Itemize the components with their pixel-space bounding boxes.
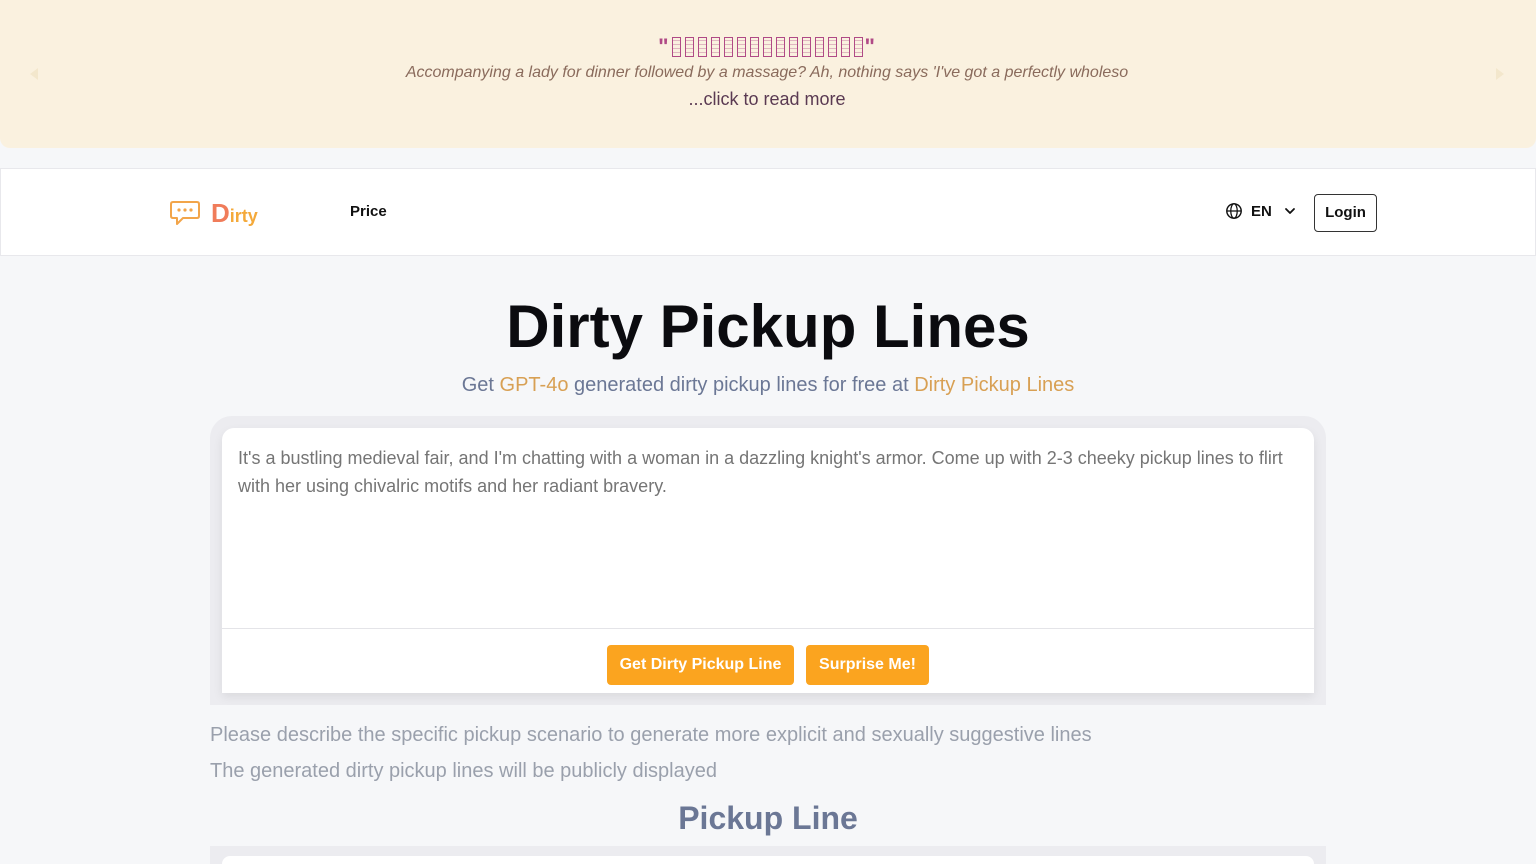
scenario-input[interactable] bbox=[238, 444, 1298, 624]
missing-glyph-box bbox=[853, 37, 863, 57]
card-divider bbox=[222, 628, 1314, 629]
site-header: Dirty Price EN Login bbox=[0, 168, 1536, 256]
missing-glyph-box bbox=[814, 37, 824, 57]
logo-initial: D bbox=[211, 197, 230, 228]
chat-bubble-icon bbox=[170, 201, 200, 225]
missing-glyph-box bbox=[801, 37, 811, 57]
login-button[interactable]: Login bbox=[1314, 194, 1377, 232]
banner-title-glyphs bbox=[670, 34, 865, 59]
logo-rest: irty bbox=[229, 205, 258, 226]
subtitle-model-name: GPT-4o bbox=[499, 374, 569, 396]
missing-glyph-box bbox=[684, 37, 694, 57]
banner-title-close-quote: " bbox=[864, 34, 876, 59]
missing-glyph-box bbox=[762, 37, 772, 57]
page-title: Dirty Pickup Lines bbox=[506, 293, 1030, 360]
missing-glyph-box bbox=[775, 37, 785, 57]
chevron-down-icon bbox=[1284, 208, 1295, 214]
missing-glyph-box bbox=[827, 37, 837, 57]
nav-price-link[interactable]: Price bbox=[350, 203, 387, 220]
banner-title-open-quote: " bbox=[658, 34, 670, 59]
missing-glyph-box bbox=[840, 37, 850, 57]
missing-glyph-box bbox=[710, 37, 720, 57]
missing-glyph-box bbox=[788, 37, 798, 57]
language-label: EN bbox=[1251, 202, 1272, 220]
read-more-link[interactable]: ...click to read more bbox=[10, 89, 1524, 110]
subtitle-text-1: Get bbox=[461, 374, 500, 396]
missing-glyph-box bbox=[723, 37, 733, 57]
pickup-line-heading: Pickup Line bbox=[678, 800, 858, 836]
banner-title: " " bbox=[10, 34, 1524, 60]
language-selector[interactable]: EN bbox=[1225, 202, 1296, 220]
input-card: Get Dirty Pickup Line Surprise Me! bbox=[222, 428, 1314, 693]
get-pickup-line-button[interactable]: Get Dirty Pickup Line bbox=[607, 645, 794, 685]
surprise-me-button[interactable]: Surprise Me! bbox=[806, 645, 929, 685]
instruction-note: Please describe the specific pickup scen… bbox=[210, 724, 1092, 746]
public-display-note: The generated dirty pickup lines will be… bbox=[210, 760, 717, 782]
missing-glyph-box bbox=[749, 37, 759, 57]
logo-text: Dirty bbox=[211, 198, 258, 229]
result-card bbox=[222, 856, 1314, 864]
subtitle-text-2: generated dirty pickup lines for free at bbox=[568, 374, 915, 396]
announcement-banner: " " Accompanying a lady for dinner follow… bbox=[0, 0, 1536, 148]
banner-carousel[interactable]: " " Accompanying a lady for dinner follow… bbox=[10, 0, 1524, 138]
page-subtitle: Get GPT-4o generated dirty pickup lines … bbox=[0, 374, 1536, 397]
missing-glyph-box bbox=[697, 37, 707, 57]
subtitle-site-name: Dirty Pickup Lines bbox=[914, 374, 1075, 396]
logo[interactable]: Dirty bbox=[169, 197, 258, 229]
globe-icon bbox=[1226, 203, 1242, 219]
missing-glyph-box bbox=[671, 37, 681, 57]
missing-glyph-box bbox=[736, 37, 746, 57]
banner-quote: Accompanying a lady for dinner followed … bbox=[405, 64, 1129, 81]
